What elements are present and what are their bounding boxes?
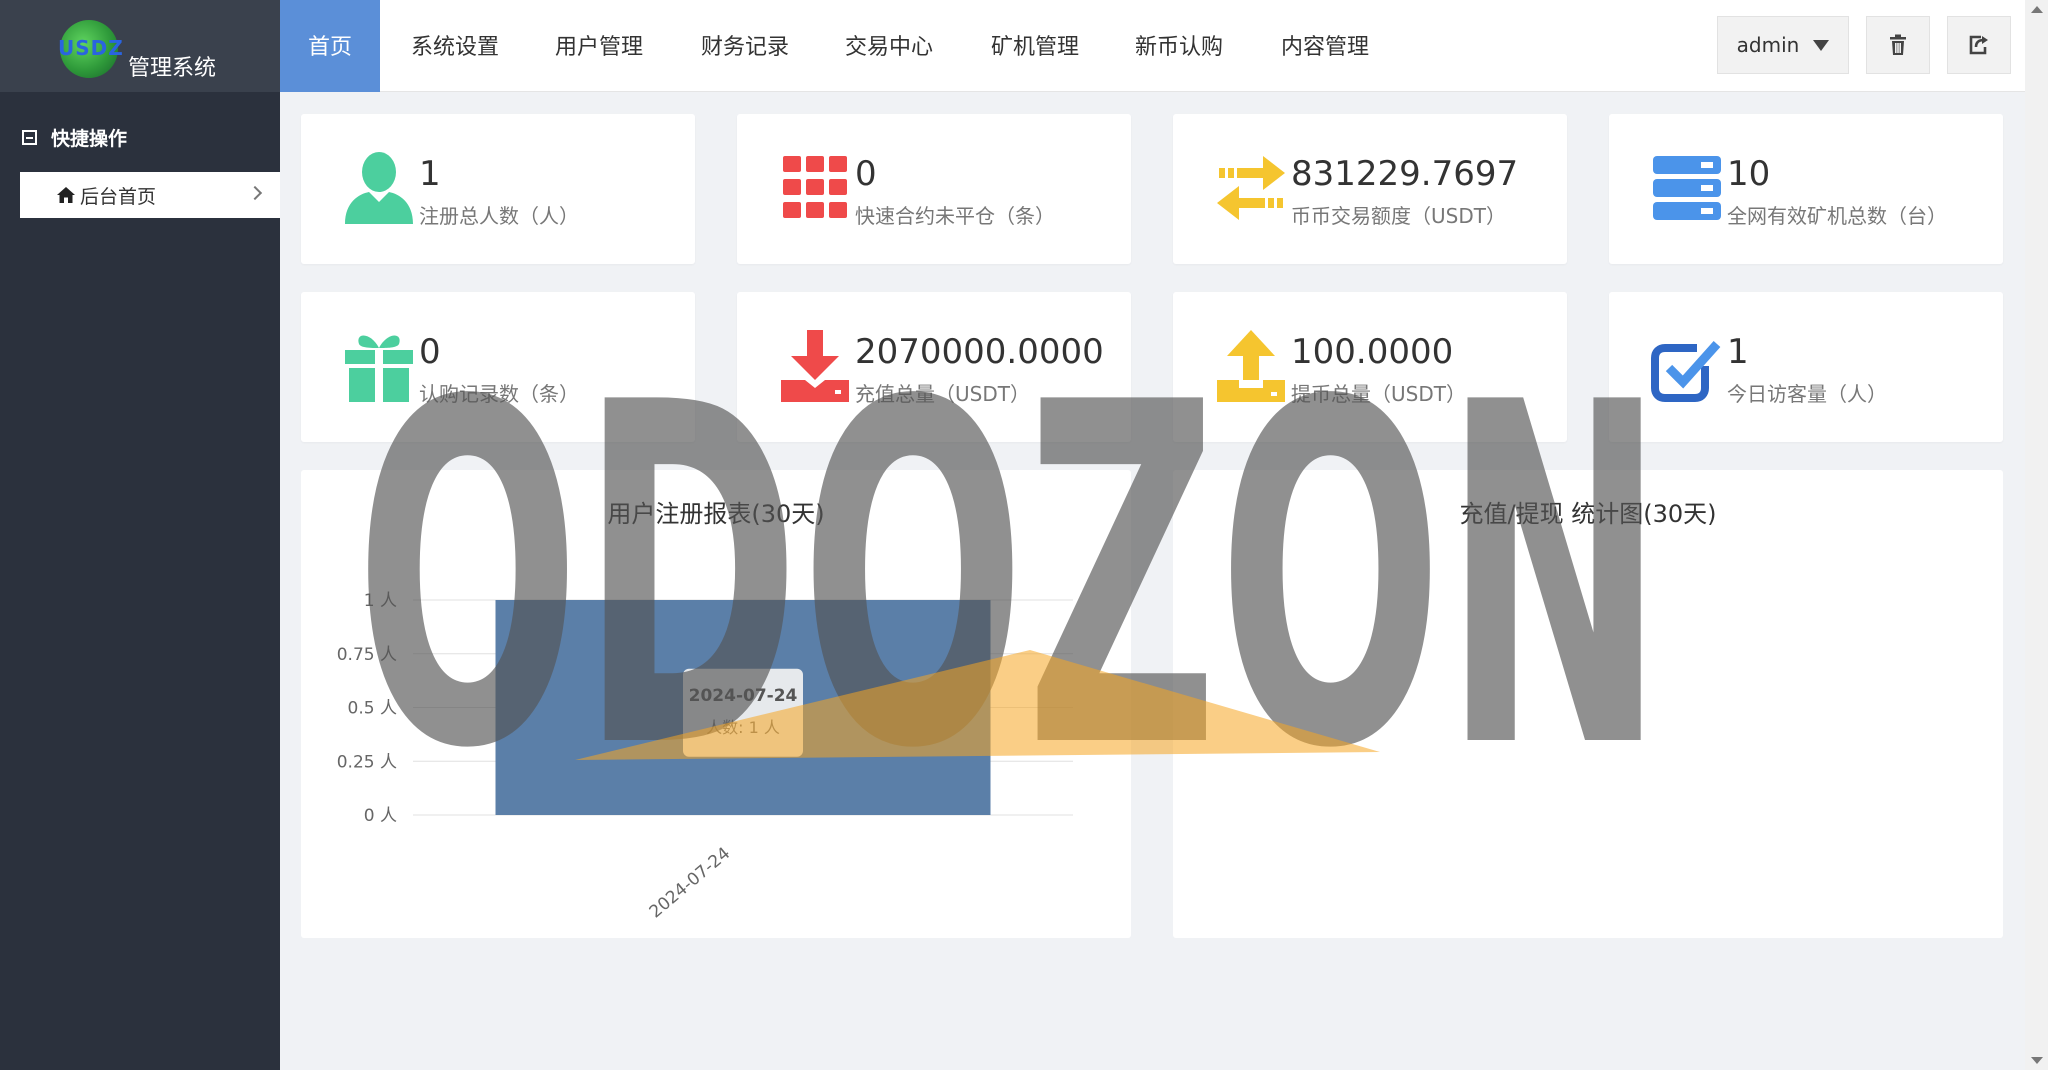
scroll-down-icon[interactable] [2031, 1057, 2043, 1064]
sidebar: USDZ 管理系统 快捷操作 后台首页 [0, 0, 280, 1070]
y-tick-label: 0 人 [364, 806, 397, 826]
registration-chart[interactable]: 0 人 0.25 人 0.5 人 0.75 人 1 人 2024-07-24 2024-07… [301, 470, 1131, 938]
download-icon [779, 328, 851, 404]
stat-card-coin-trading-volume[interactable]: 831229.7697 币币交易额度（USDT） [1173, 114, 1567, 264]
home-icon [57, 187, 75, 203]
y-tick-label: 0.25 人 [337, 752, 397, 772]
stat-value: 1 [419, 154, 441, 194]
tab-finance-records[interactable]: 财务记录 [690, 0, 800, 92]
tooltip-title: 2024-07-24 [689, 686, 798, 706]
stat-card-registered-users[interactable]: 1 注册总人数（人） [301, 114, 695, 264]
stat-card-today-visitors[interactable]: 1 今日访客量（人） [1609, 292, 2003, 442]
user-registration-panel: 用户注册报表(30天) 0 人 0.25 人 0.5 人 0.75 人1 人 2024-… [301, 470, 1131, 938]
logout-button[interactable] [1947, 16, 2011, 74]
stat-label: 提币总量（USDT） [1291, 382, 1466, 406]
exchange-icon [1215, 150, 1287, 226]
stat-card-subscription-records[interactable]: 0 认购记录数（条） [301, 292, 695, 442]
stat-label: 币币交易额度（USDT） [1291, 204, 1506, 228]
tooltip-box [683, 668, 803, 757]
sidebar-item-home[interactable]: 后台首页 [20, 172, 280, 218]
stat-value: 0 [419, 332, 441, 372]
stat-card-open-contracts[interactable]: 0 快速合约未平仓（条） [737, 114, 1131, 264]
scroll-up-icon[interactable] [2031, 6, 2043, 13]
tab-user-management[interactable]: 用户管理 [544, 0, 654, 92]
tab-miner-management[interactable]: 矿机管理 [980, 0, 1090, 92]
deposit-withdraw-panel: 充值/提现 统计图(30天) [1173, 470, 2003, 938]
tab-home[interactable]: 首页 [280, 0, 380, 92]
top-nav: 首页 系统设置 用户管理 财务记录 交易中心 矿机管理 新币认购 内容管理 ad… [280, 0, 2025, 92]
stat-card-active-miners[interactable]: 10 全网有效矿机总数（台） [1609, 114, 2003, 264]
vertical-scrollbar[interactable] [2025, 0, 2048, 1070]
stat-value: 10 [1727, 154, 1771, 194]
caret-down-icon [1813, 39, 1830, 51]
y-tick-label: 0.75 人 [337, 645, 397, 665]
stat-label: 注册总人数（人） [419, 204, 579, 228]
check-icon [1651, 328, 1723, 404]
quick-ops-header[interactable]: 快捷操作 [22, 124, 127, 151]
user-icon [343, 150, 415, 226]
user-menu-button[interactable]: admin [1717, 16, 1849, 74]
exit-icon [1969, 35, 1988, 55]
username: admin [1736, 33, 1800, 57]
clear-cache-button[interactable] [1866, 16, 1930, 74]
x-tick-label: 2024-07-24 [646, 844, 735, 923]
stat-label: 全网有效矿机总数（台） [1727, 204, 1947, 228]
gift-icon [343, 328, 415, 404]
stat-label: 充值总量（USDT） [855, 382, 1030, 406]
stat-value: 0 [855, 154, 877, 194]
stat-value: 100.0000 [1291, 332, 1454, 372]
tab-content-management[interactable]: 内容管理 [1270, 0, 1380, 92]
stat-card-total-deposits[interactable]: 2070000.0000 充值总量（USDT） [737, 292, 1131, 442]
trash-icon [1890, 34, 1906, 55]
system-name: 管理系统 [128, 56, 217, 81]
chart-title: 充值/提现 统计图(30天) [1459, 500, 1717, 528]
tab-trading-center[interactable]: 交易中心 [834, 0, 944, 92]
stat-label: 认购记录数（条） [419, 382, 579, 406]
y-tick-label: 1 人 [364, 591, 397, 611]
stat-label: 快速合约未平仓（条） [855, 204, 1055, 228]
stat-card-total-withdrawals[interactable]: 100.0000 提币总量（USDT） [1173, 292, 1567, 442]
stat-value: 831229.7697 [1291, 154, 1519, 194]
chevron-right-icon [247, 185, 263, 201]
tab-system-settings[interactable]: 系统设置 [400, 0, 510, 92]
tooltip-text: 人数: 1 人 [706, 718, 780, 737]
stat-value: 2070000.0000 [855, 332, 1104, 372]
logo-brand: USDZ [58, 36, 124, 60]
stat-label: 今日访客量（人） [1727, 382, 1887, 406]
server-icon [1651, 150, 1723, 226]
upload-icon [1215, 328, 1287, 404]
y-tick-label: 0.5 人 [348, 699, 397, 719]
grid-icon [779, 150, 851, 226]
collapse-icon[interactable] [22, 130, 37, 145]
stat-value: 1 [1727, 332, 1749, 372]
logo: USDZ 管理系统 [0, 0, 280, 92]
tab-new-coin-subscription[interactable]: 新币认购 [1124, 0, 1234, 92]
quick-ops-title: 快捷操作 [51, 128, 128, 150]
sidebar-item-label: 后台首页 [80, 185, 157, 208]
